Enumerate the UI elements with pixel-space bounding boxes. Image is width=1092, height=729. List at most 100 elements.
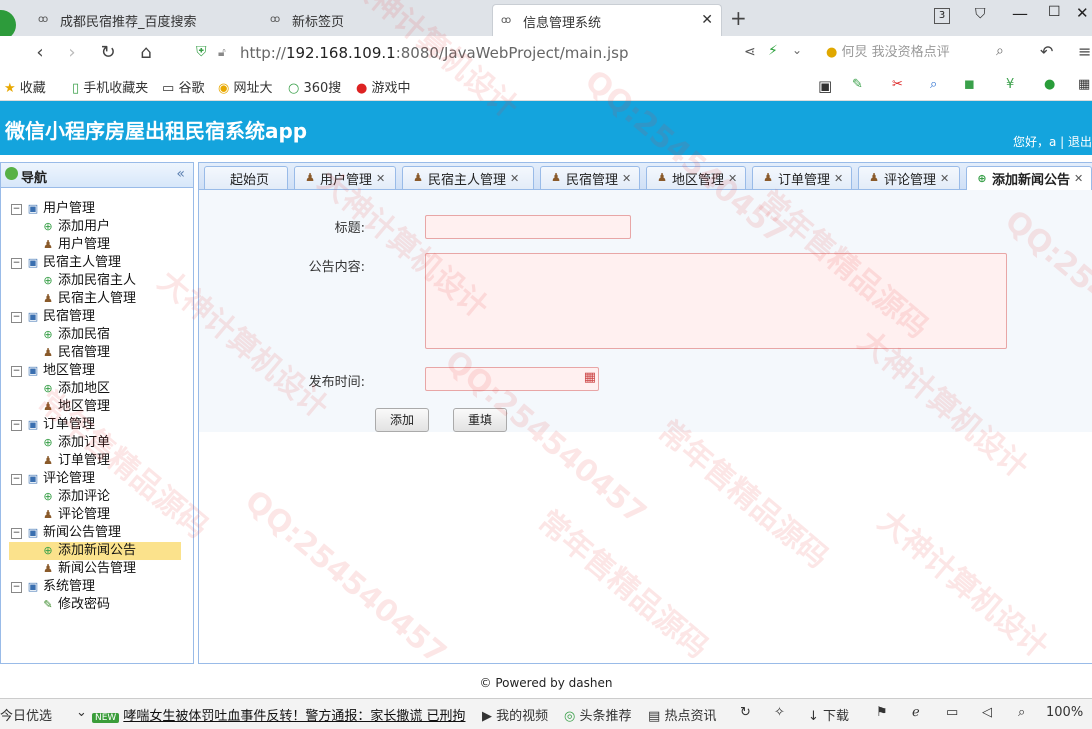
collapse-icon[interactable]: « xyxy=(176,166,185,182)
maximize-icon[interactable]: ☐ xyxy=(1048,4,1061,20)
nav-item[interactable]: ⊕ 添加用户 xyxy=(41,218,110,236)
speaker-icon[interactable]: ◁ xyxy=(982,705,992,720)
nav-group-1[interactable]: − ▣ 民宿主人管理 xyxy=(11,254,121,272)
nav-group-2[interactable]: − ▣ 民宿管理 xyxy=(11,308,95,326)
menu-icon[interactable]: ≡ xyxy=(1078,42,1091,61)
bookmark-google[interactable]: ▭ 谷歌 xyxy=(162,77,204,96)
nav-item[interactable]: ⊕ 添加民宿主人 xyxy=(41,272,136,290)
url-field[interactable]: ⛨ 🔓︎ http://192.168.109.1:8080/JavaWebPr… xyxy=(188,42,748,64)
undo-icon[interactable]: ↶ xyxy=(1040,42,1053,61)
nav-item[interactable]: ⊕ 添加新闻公告 xyxy=(9,542,181,560)
today-picks[interactable]: 今日优选 xyxy=(0,705,52,724)
chevron-down-icon[interactable]: ⌄ xyxy=(76,705,87,720)
refresh-icon[interactable]: ↻ xyxy=(740,705,751,720)
headline-recommend[interactable]: ◎ 头条推荐 xyxy=(564,705,632,724)
content-tab[interactable]: 起始页 xyxy=(204,166,288,189)
browser-tab-2[interactable]: ꝏ 新标签页 xyxy=(262,4,490,36)
welcome-logout[interactable]: 您好，a | 退出 xyxy=(1013,133,1092,150)
bookmark-favorites[interactable]: ★ 收藏 xyxy=(4,77,46,96)
grid-icon[interactable]: ▦ xyxy=(1078,77,1090,92)
tab-count-badge[interactable]: 3 xyxy=(934,8,950,24)
expand-toggle-icon[interactable]: − xyxy=(11,203,22,215)
gamepad-icon[interactable]: ◼ xyxy=(964,77,975,92)
zoom-icon[interactable]: ⌕ xyxy=(1018,705,1025,720)
wechat-icon[interactable]: ● xyxy=(1044,77,1055,92)
nav-item[interactable]: ♟ 地区管理 xyxy=(41,398,110,416)
browser-tab-3[interactable]: ꝏ 信息管理系统 ✕ xyxy=(492,4,722,37)
chevron-down-icon[interactable]: ⌄ xyxy=(792,43,802,57)
close-icon[interactable]: ✕ xyxy=(510,172,519,185)
accelerate-icon[interactable]: ✧ xyxy=(774,705,785,720)
new-tab-button[interactable]: + xyxy=(730,6,747,30)
bookmark-games[interactable]: ● 游戏中 xyxy=(356,77,411,96)
lightning-icon[interactable]: ⚡ xyxy=(768,43,778,59)
close-icon[interactable]: ✕ xyxy=(622,172,631,185)
calendar-icon[interactable]: ▦ xyxy=(584,370,596,385)
news-ticker[interactable]: NEW 哮喘女生被体罚吐血事件反转！警方通报：家长撒谎 已刑拘 xyxy=(92,705,465,724)
close-icon[interactable]: ✕ xyxy=(728,172,737,185)
minimize-icon[interactable]: — xyxy=(1012,4,1028,23)
nav-item[interactable]: ⊕ 添加评论 xyxy=(41,488,110,506)
expand-toggle-icon[interactable]: − xyxy=(11,527,22,539)
content-tab[interactable]: ♟ 民宿主人管理 ✕ xyxy=(402,166,534,189)
date-input[interactable]: ▦ xyxy=(425,367,599,391)
content-tab[interactable]: ♟ 地区管理 ✕ xyxy=(646,166,746,189)
bookmark-mobile[interactable]: ▯ 手机收藏夹 xyxy=(72,77,148,96)
scissors-icon[interactable]: ✂ xyxy=(892,77,903,92)
flag-icon[interactable]: ⚑ xyxy=(876,705,888,720)
ie-icon[interactable]: ℯ xyxy=(912,705,920,720)
extension-icon[interactable]: ▣ xyxy=(818,77,832,95)
close-icon[interactable]: ✕ xyxy=(834,172,843,185)
nav-item[interactable]: ♟ 新闻公告管理 xyxy=(41,560,136,578)
close-window-icon[interactable]: ✕ xyxy=(1076,4,1089,22)
nav-group-4[interactable]: − ▣ 订单管理 xyxy=(11,416,95,434)
reload-icon[interactable]: ↻ xyxy=(96,41,120,65)
search-icon[interactable]: ⌕ xyxy=(930,77,937,92)
expand-toggle-icon[interactable]: − xyxy=(11,419,22,431)
yen-icon[interactable]: ¥ xyxy=(1006,77,1014,92)
close-icon[interactable]: ✕ xyxy=(940,172,949,185)
submit-button[interactable]: 添加 xyxy=(375,408,429,432)
nav-group-6[interactable]: − ▣ 新闻公告管理 xyxy=(11,524,121,542)
back-icon[interactable]: ‹ xyxy=(28,41,52,65)
translate-icon[interactable]: ✎ xyxy=(852,77,863,92)
nav-item[interactable]: ⊕ 添加订单 xyxy=(41,434,110,452)
nav-item[interactable]: ♟ 民宿主人管理 xyxy=(41,290,136,308)
nav-item[interactable]: ⊕ 添加地区 xyxy=(41,380,110,398)
download-button[interactable]: ↓ 下载 xyxy=(808,705,849,724)
close-icon[interactable]: ✕ xyxy=(376,172,385,185)
expand-toggle-icon[interactable]: − xyxy=(11,581,22,593)
reset-button[interactable]: 重填 xyxy=(453,408,507,432)
nav-item[interactable]: ♟ 订单管理 xyxy=(41,452,110,470)
nav-item[interactable]: ♟ 用户管理 xyxy=(41,236,110,254)
search-icon[interactable]: ⌕ xyxy=(996,43,1004,59)
shirt-icon[interactable]: ⛉ xyxy=(975,6,986,22)
expand-toggle-icon[interactable]: − xyxy=(11,257,22,269)
my-video[interactable]: ▶ 我的视频 xyxy=(482,705,548,724)
browser-tab-1[interactable]: ꝏ 成都民宿推荐_百度搜索 xyxy=(30,4,258,36)
close-tab-icon[interactable]: ✕ xyxy=(701,12,713,28)
content-tab[interactable]: ♟ 用户管理 ✕ xyxy=(294,166,396,189)
nav-group-3[interactable]: − ▣ 地区管理 xyxy=(11,362,95,380)
nav-group-5[interactable]: − ▣ 评论管理 xyxy=(11,470,95,488)
content-tab[interactable]: ♟ 民宿管理 ✕ xyxy=(540,166,640,189)
expand-toggle-icon[interactable]: − xyxy=(11,473,22,485)
bookmark-360[interactable]: ○ 360搜 xyxy=(288,77,341,96)
close-icon[interactable]: ✕ xyxy=(1074,172,1083,185)
nav-item[interactable]: ⊕ 添加民宿 xyxy=(41,326,110,344)
content-tab[interactable]: ♟ 订单管理 ✕ xyxy=(752,166,852,189)
content-tab[interactable]: ⊕ 添加新闻公告 ✕ xyxy=(966,166,1092,190)
title-input[interactable] xyxy=(425,215,631,239)
hot-news[interactable]: ▤ 热点资讯 xyxy=(648,705,716,724)
nav-item[interactable]: ♟ 评论管理 xyxy=(41,506,110,524)
search-input[interactable]: ● 何炅 我没资格点评 xyxy=(826,42,1016,64)
content-textarea[interactable] xyxy=(425,253,1007,349)
expand-toggle-icon[interactable]: − xyxy=(11,365,22,377)
zoom-level[interactable]: 100% xyxy=(1046,705,1083,720)
nav-group-7[interactable]: − ▣ 系统管理 xyxy=(11,578,95,596)
window-icon[interactable]: ▭ xyxy=(946,705,958,720)
forward-icon[interactable]: › xyxy=(60,41,84,65)
share-icon[interactable]: ⋖ xyxy=(744,44,756,60)
nav-item[interactable]: ✎ 修改密码 xyxy=(41,596,110,614)
home-icon[interactable]: ⌂ xyxy=(134,41,158,65)
